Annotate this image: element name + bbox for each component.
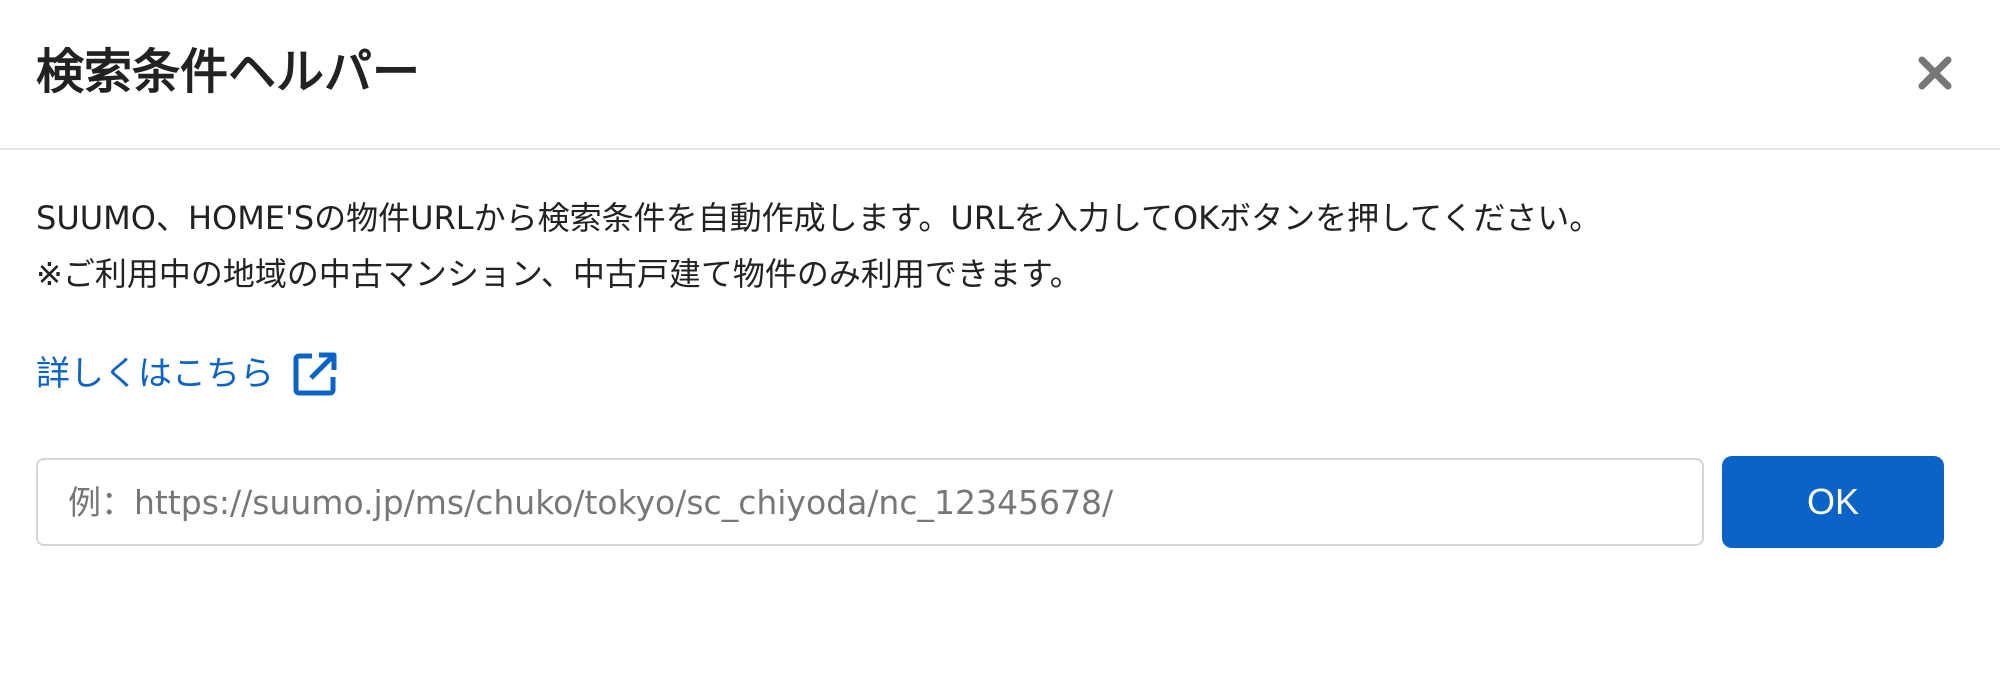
description-line-1: SUUMO、HOME'Sの物件URLから検索条件を自動作成します。URLを入力し…: [36, 199, 1602, 237]
external-link-icon: [290, 349, 340, 399]
dialog-header: 検索条件ヘルパー: [0, 0, 2000, 150]
ok-button[interactable]: OK: [1722, 456, 1944, 548]
details-link-label: 詳しくはこちら: [36, 354, 274, 394]
dialog-body: SUUMO、HOME'Sの物件URLから検索条件を自動作成します。URLを入力し…: [0, 150, 2000, 690]
dialog-title: 検索条件ヘルパー: [36, 44, 421, 100]
details-link[interactable]: 詳しくはこちら: [36, 346, 340, 402]
description-line-2: ※ご利用中の地域の中古マンション、中古戸建て物件のみ利用できます。: [36, 255, 1082, 293]
close-button[interactable]: [1912, 50, 1958, 96]
url-input[interactable]: [36, 458, 1704, 546]
search-helper-dialog: 検索条件ヘルパー SUUMO、HOME'Sの物件URLから検索条件を自動作成しま…: [0, 0, 2000, 690]
close-icon: [1918, 56, 1952, 90]
